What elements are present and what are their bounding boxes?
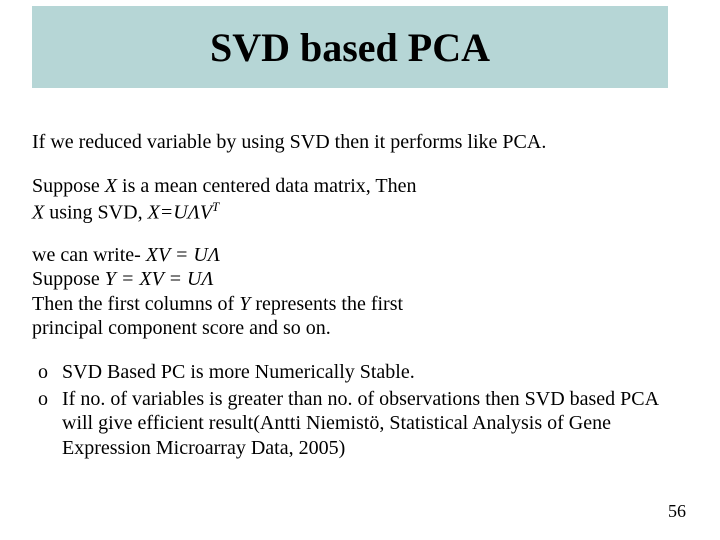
title-band: SVD based PCA: [32, 6, 668, 88]
var-y: Y: [239, 293, 250, 315]
text: principal component score and so on.: [32, 317, 331, 339]
derivation-paragraph: we can write- XV = UΛ Suppose Y = XV = U…: [32, 243, 688, 341]
bullet-text: If no. of variables is greater than no. …: [62, 388, 658, 459]
page-number: 56: [668, 501, 686, 522]
text: Then the first columns of: [32, 293, 239, 315]
eq-y: Y = XV = UΛ: [105, 268, 214, 290]
bullet-text: SVD Based PC is more Numerically Stable.: [62, 361, 415, 383]
intro-paragraph: If we reduced variable by using SVD then…: [32, 130, 688, 154]
list-item: SVD Based PC is more Numerically Stable.: [32, 360, 688, 384]
text: using SVD,: [44, 201, 147, 223]
text: represents the first: [250, 293, 403, 315]
superscript-t: T: [212, 199, 219, 214]
slide-body: If we reduced variable by using SVD then…: [32, 130, 688, 462]
var-x: X: [32, 201, 44, 223]
text: Suppose: [32, 175, 105, 197]
eq-xv: XV = UΛ: [146, 244, 220, 266]
definition-paragraph: Suppose X is a mean centered data matrix…: [32, 174, 688, 224]
var-x: X: [105, 175, 117, 197]
slide-title: SVD based PCA: [210, 24, 490, 71]
svd-equation: X=UΛV: [148, 201, 212, 223]
list-item: If no. of variables is greater than no. …: [32, 387, 688, 460]
text: we can write-: [32, 244, 146, 266]
text: is a mean centered data matrix, Then: [117, 175, 417, 197]
text: Suppose: [32, 268, 105, 290]
bullet-list: SVD Based PC is more Numerically Stable.…: [32, 360, 688, 460]
